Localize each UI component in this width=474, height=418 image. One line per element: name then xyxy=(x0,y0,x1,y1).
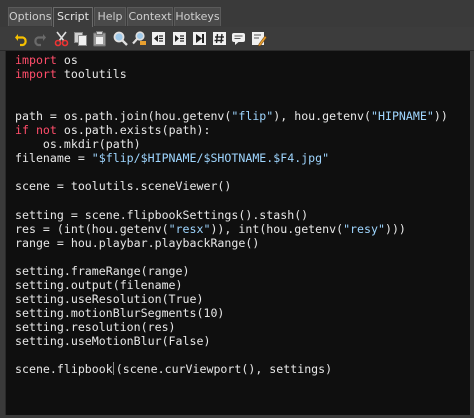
comment-bubble-icon xyxy=(232,33,245,45)
code-token: path = os.path.join(hou.getenv( xyxy=(15,109,232,124)
code-token: setting = scene.flipbookSettings().stash… xyxy=(15,207,309,222)
code-token: filename = xyxy=(15,151,92,166)
code-token: os.mkdir(path) xyxy=(15,137,141,152)
undo-icon xyxy=(15,34,27,47)
code-line: setting.resolution(res) xyxy=(15,320,448,334)
indent-button[interactable] xyxy=(171,30,188,47)
code-line: import os xyxy=(15,53,448,67)
undo-button[interactable] xyxy=(13,30,30,47)
code-line: import toolutils xyxy=(15,67,448,81)
keyword-token: import xyxy=(15,67,57,82)
hash-icon xyxy=(213,32,226,45)
keyword-token: if xyxy=(15,123,29,138)
code-line: range = hou.playbar.playbackRange() xyxy=(15,236,448,250)
redo-icon xyxy=(34,34,46,47)
code-token: )) xyxy=(433,109,448,124)
tab-bar: Options Script Help Context Hotkeys xyxy=(0,0,474,27)
uncomment-button[interactable] xyxy=(211,30,228,47)
code-token: setting.useMotionBlur(False) xyxy=(15,333,211,348)
code-token: toolutils xyxy=(56,67,127,82)
string-token: "resx" xyxy=(168,221,211,236)
keyword-token: not xyxy=(35,123,57,138)
code-token: setting.output(filename) xyxy=(15,277,183,292)
string-token: "flip" xyxy=(231,109,274,124)
code-line: scene = toolutils.sceneViewer() xyxy=(15,179,448,193)
unindent-icon xyxy=(152,32,165,45)
tab-options[interactable]: Options xyxy=(8,7,52,26)
code-token: (scene.curViewport(), settings) xyxy=(115,362,333,377)
comment-button[interactable] xyxy=(191,30,208,47)
code-line: res = (int(hou.getenv("resx")), int(hou.… xyxy=(15,222,448,236)
code-token: setting.useResolution(True) xyxy=(15,291,204,306)
block-uncomment-button[interactable] xyxy=(250,30,267,47)
comment-icon xyxy=(193,32,206,45)
code-token: ), hou.getenv( xyxy=(273,109,372,124)
string-token: "$flip/$HIPNAME/$SHOTNAME.$F4.jpg" xyxy=(91,151,330,166)
code-line: setting.useResolution(True) xyxy=(15,292,448,306)
tab-help[interactable]: Help xyxy=(94,7,126,26)
code-token: range = hou.playbar.playbackRange() xyxy=(15,235,260,250)
python-shell-window: Options Script Help Context Hotkeys impo… xyxy=(0,0,474,418)
code-token: setting.motionBlurSegments(10) xyxy=(15,305,225,320)
cut-button[interactable] xyxy=(53,30,70,47)
block-comment-button[interactable] xyxy=(230,30,247,47)
code-line: setting = scene.flipbookSettings().stash… xyxy=(15,208,448,222)
code-line: setting.motionBlurSegments(10) xyxy=(15,306,448,320)
code-token: os xyxy=(56,53,78,67)
editor-toolbar xyxy=(0,27,474,51)
code-token: )), int(hou.getenv( xyxy=(210,221,344,236)
tab-script[interactable]: Script xyxy=(53,7,93,27)
code-line: if not os.path.exists(path): xyxy=(15,123,448,137)
copy-icon xyxy=(74,32,87,46)
code-token: setting.resolution(res) xyxy=(15,319,176,334)
find-icon xyxy=(113,31,128,46)
code-text[interactable]: import os import toolutils path = os.path… xyxy=(15,53,448,376)
redo-button[interactable] xyxy=(31,30,48,47)
unindent-button[interactable] xyxy=(150,30,167,47)
code-token: os.path.exists(path): xyxy=(56,123,211,138)
code-line: setting.useMotionBlur(False) xyxy=(15,334,448,348)
keyword-token: import xyxy=(15,53,57,67)
code-token: ))) xyxy=(384,221,406,236)
code-line: filename = "$flip/$HIPNAME/$SHOTNAME.$F4… xyxy=(15,151,448,165)
code-token: scene.flipbook xyxy=(15,362,113,377)
find-button[interactable] xyxy=(112,30,129,47)
cut-icon xyxy=(54,31,69,47)
code-line: path = os.path.join(hou.getenv("flip"), … xyxy=(15,109,448,123)
indent-icon xyxy=(173,32,186,45)
tab-hotkeys[interactable]: Hotkeys xyxy=(174,7,221,26)
string-token: "resy" xyxy=(343,221,385,236)
replace-button[interactable] xyxy=(131,30,148,47)
tab-context[interactable]: Context xyxy=(127,7,173,26)
code-token: setting.frameRange(range) xyxy=(15,263,190,278)
copy-button[interactable] xyxy=(72,30,89,47)
code-token: res = (int(hou.getenv( xyxy=(15,221,169,236)
code-token: scene = toolutils.sceneViewer() xyxy=(15,179,232,194)
script-editor[interactable]: import os import toolutils path = os.path… xyxy=(5,51,470,415)
code-line: scene.flipbook (scene.curViewport(), sett… xyxy=(15,362,448,376)
code-line: os.mkdir(path) xyxy=(15,137,448,151)
code-line: setting.frameRange(range) xyxy=(15,264,448,278)
replace-icon xyxy=(132,31,146,45)
string-token: "HIPNAME" xyxy=(371,109,434,124)
edit-icon xyxy=(252,32,267,47)
code-line: setting.output(filename) xyxy=(15,278,448,292)
paste-button[interactable] xyxy=(91,30,108,47)
paste-icon xyxy=(93,31,106,47)
